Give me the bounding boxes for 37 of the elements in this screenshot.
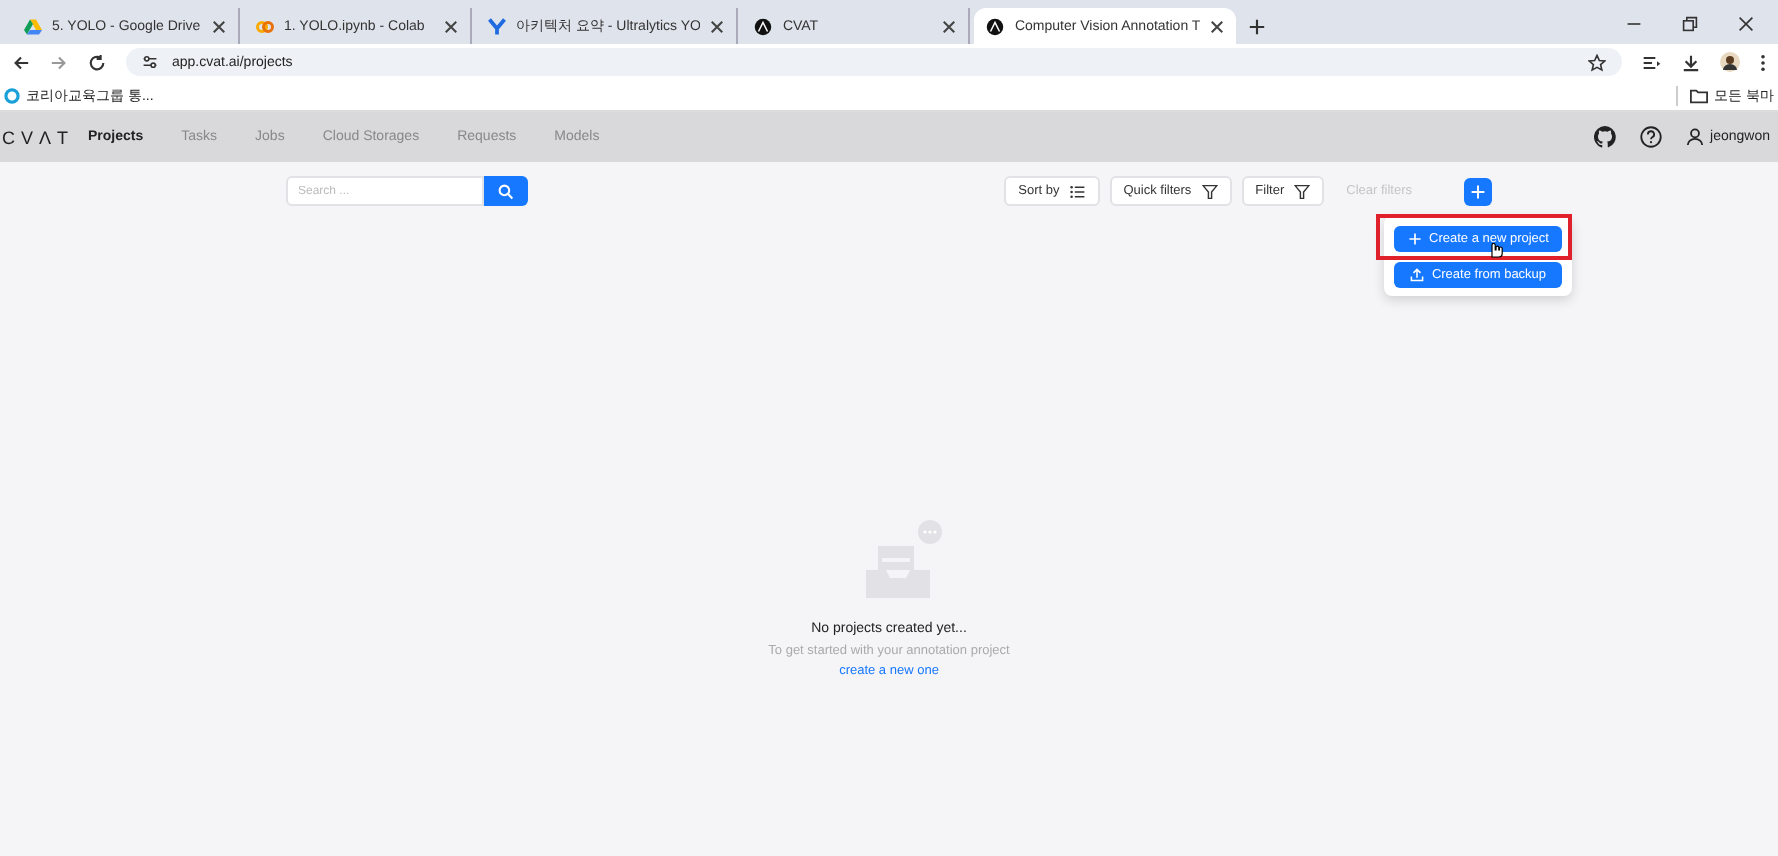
close-icon[interactable] (444, 19, 458, 33)
logo-icon (986, 17, 1005, 35)
close-icon[interactable] (1738, 16, 1754, 32)
close-icon[interactable] (212, 19, 226, 33)
ring-icon (4, 87, 20, 103)
filter-icon (1294, 183, 1311, 199)
github-icon[interactable] (1594, 126, 1617, 148)
logo-icon (488, 17, 506, 35)
restore-icon[interactable] (1682, 16, 1698, 32)
drive-icon (24, 17, 42, 35)
close-icon[interactable] (942, 19, 957, 33)
extension-icon[interactable] (1642, 53, 1662, 71)
search-icon (498, 183, 514, 199)
upload-icon (1409, 267, 1424, 281)
avatar-icon[interactable] (1720, 52, 1740, 72)
site-settings-icon[interactable] (142, 54, 158, 70)
new-tab-icon[interactable] (1248, 17, 1267, 35)
help-icon[interactable] (1640, 126, 1663, 148)
star-icon[interactable] (1588, 53, 1606, 71)
close-icon[interactable] (1210, 19, 1225, 33)
logo-icon (754, 17, 773, 35)
plus-icon (1470, 183, 1486, 199)
more-icon[interactable] (1760, 53, 1766, 71)
user-icon (1686, 128, 1705, 146)
download-icon[interactable] (1682, 53, 1700, 71)
back-icon[interactable] (12, 53, 30, 71)
folder-icon (1690, 87, 1709, 103)
infinity-icon (256, 17, 274, 35)
search-button[interactable] (484, 176, 528, 206)
reload-icon[interactable] (88, 53, 106, 71)
close-icon[interactable] (710, 19, 725, 33)
plus-icon (1407, 231, 1421, 245)
add-button[interactable] (1464, 177, 1492, 205)
forward-icon[interactable] (50, 53, 68, 71)
app-logo[interactable]: CVΛT (2, 127, 88, 147)
filter-icon (1201, 183, 1218, 199)
list-icon (1069, 183, 1086, 199)
